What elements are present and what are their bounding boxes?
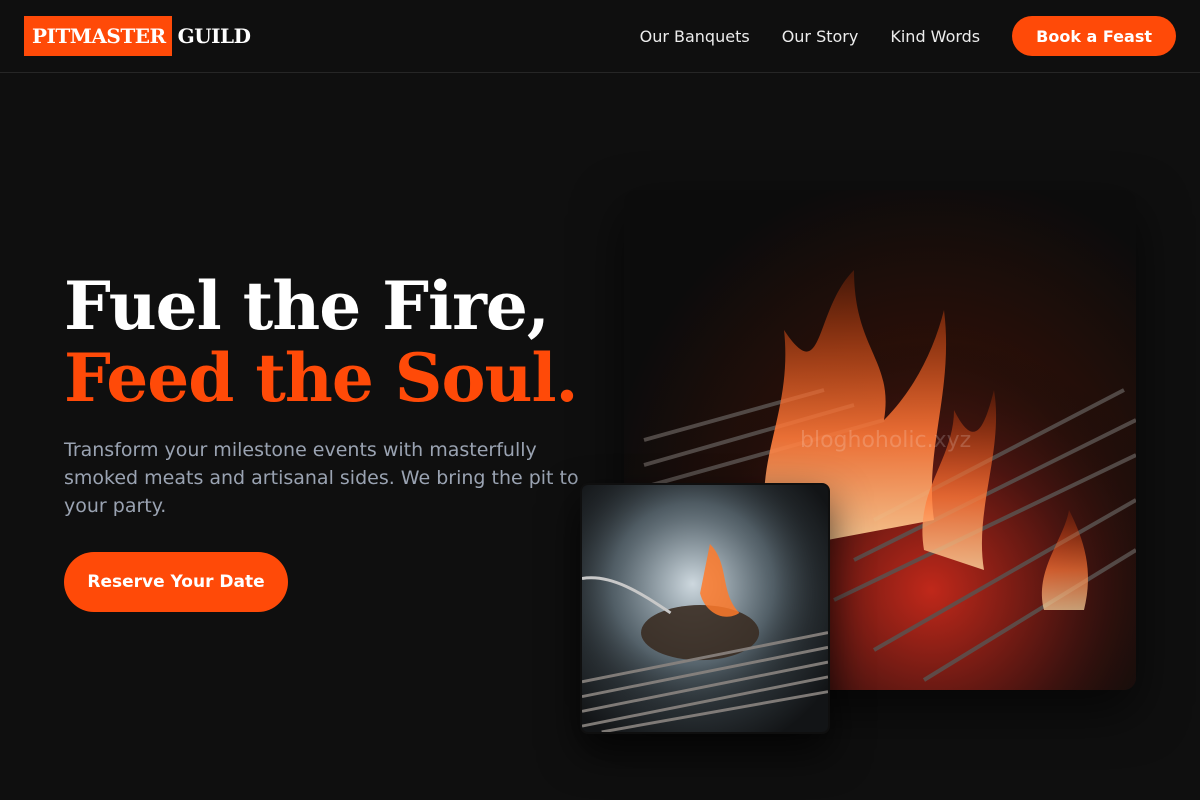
smoking-meat-illustration: [582, 485, 828, 732]
smoking-meat-image: [580, 483, 830, 734]
hero-title: Fuel the Fire, Feed the Soul.: [64, 270, 624, 414]
reserve-your-date-button[interactable]: Reserve Your Date: [64, 552, 288, 612]
hero-subtitle: Transform your milestone events with mas…: [64, 439, 579, 517]
logo-mark: PITMASTER: [24, 16, 172, 56]
watermark: bloghoholic.xyz: [800, 428, 972, 453]
nav-link-our-story[interactable]: Our Story: [782, 27, 859, 46]
logo[interactable]: PITMASTER GUILD: [24, 16, 251, 56]
nav-link-kind-words[interactable]: Kind Words: [890, 27, 980, 46]
logo-word: GUILD: [177, 24, 251, 48]
book-a-feast-button[interactable]: Book a Feast: [1012, 16, 1176, 56]
site-header: PITMASTER GUILD Our Banquets Our Story K…: [0, 0, 1200, 73]
hero-title-line-2: Feed the Soul.: [64, 339, 579, 417]
hero-title-line-1: Fuel the Fire,: [64, 267, 550, 345]
main-nav: Our Banquets Our Story Kind Words Book a…: [640, 16, 1176, 56]
nav-link-our-banquets[interactable]: Our Banquets: [640, 27, 750, 46]
